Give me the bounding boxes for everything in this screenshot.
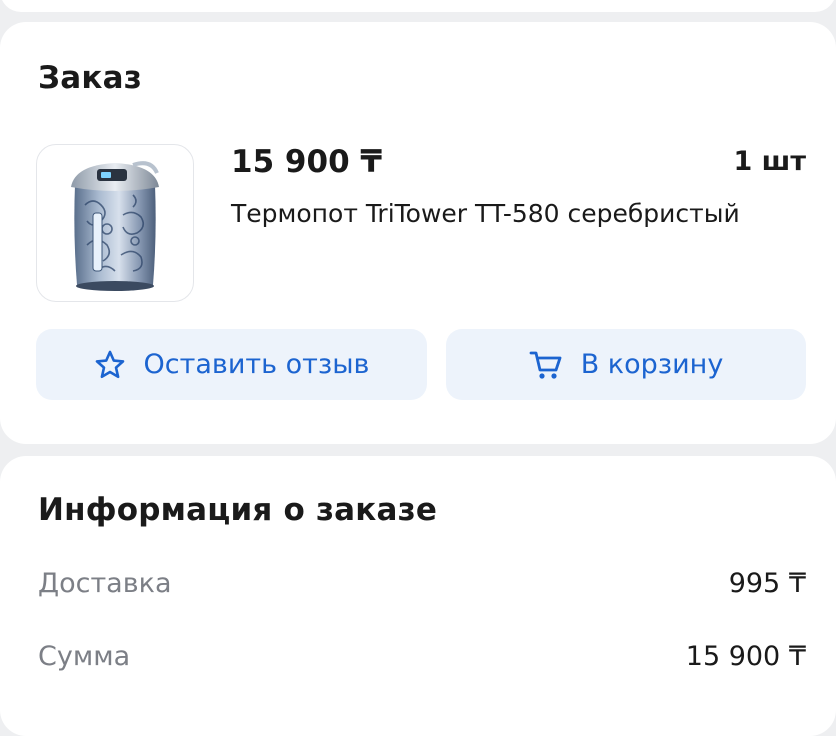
delivery-row: Доставка 995 ₸ [38,568,806,599]
order-info-title: Информация о заказе [38,492,438,528]
star-icon [94,349,126,381]
order-info-card: Информация о заказе Доставка 995 ₸ Сумма… [0,456,836,736]
sum-label: Сумма [38,641,131,672]
product-image[interactable] [36,144,194,302]
thermopot-image-icon [71,161,159,291]
leave-review-button[interactable]: Оставить отзыв [36,329,427,400]
cart-icon [529,349,563,381]
delivery-value: 995 ₸ [728,568,806,599]
delivery-label: Доставка [38,568,172,599]
previous-card-bottom [0,0,836,12]
add-to-cart-button[interactable]: В корзину [446,329,806,400]
add-to-cart-label: В корзину [580,349,724,380]
order-card: Заказ 15 900 ₸ 1 шт Термопот TriTower TT… [0,22,836,444]
product-price: 15 900 ₸ [231,144,383,180]
sum-row: Сумма 15 900 ₸ [38,641,806,672]
order-title: Заказ [38,60,142,96]
leave-review-label: Оставить отзыв [143,349,370,380]
product-quantity: 1 шт [733,146,806,177]
sum-value: 15 900 ₸ [685,641,806,672]
product-name-link[interactable]: Термопот TriTower TT-580 серебристый [231,199,740,228]
